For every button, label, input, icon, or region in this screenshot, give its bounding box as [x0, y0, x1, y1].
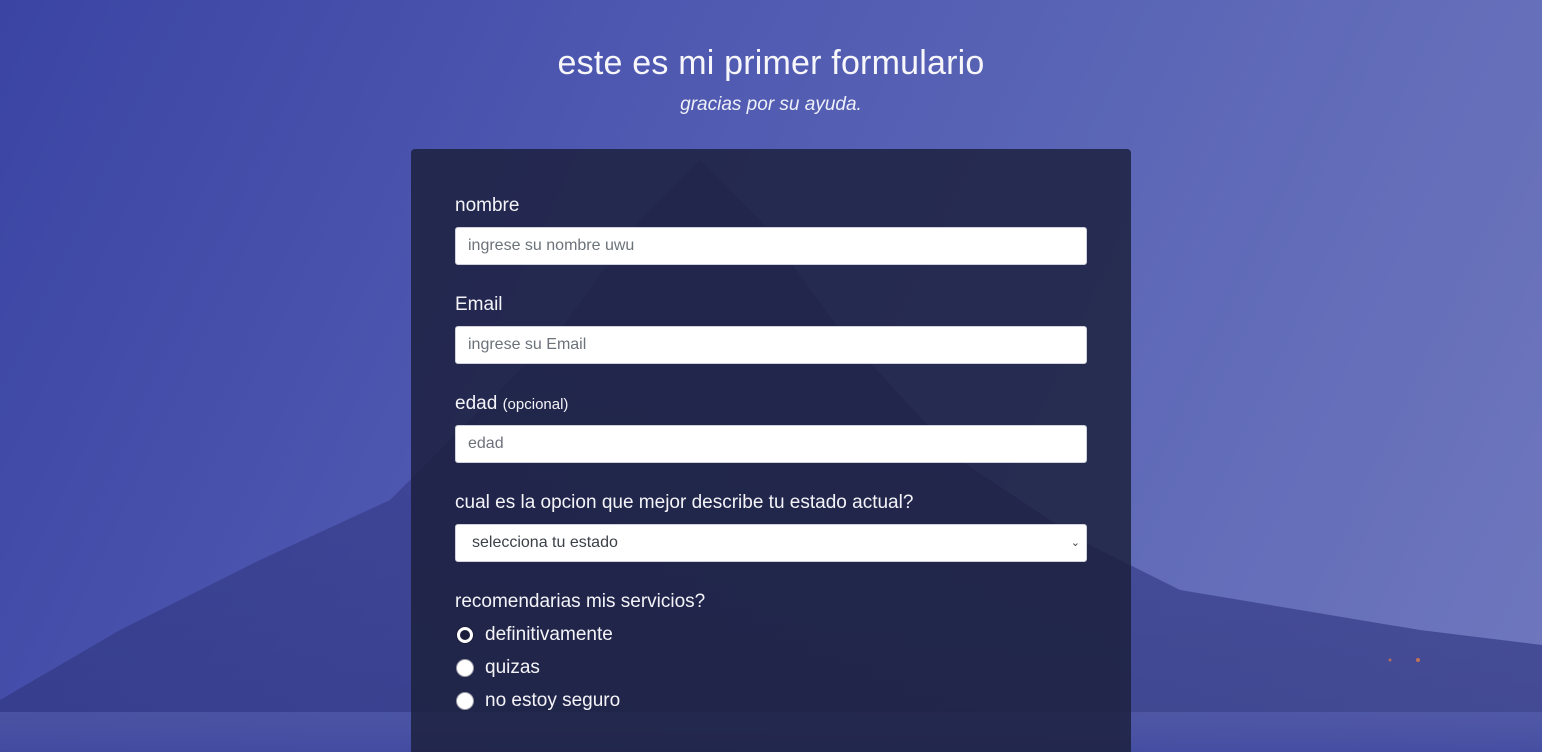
- radio-label: quizas: [485, 657, 540, 678]
- recommend-label: recomendarias mis servicios?: [455, 591, 706, 612]
- status-select[interactable]: selecciona tu estado ⌄: [455, 524, 1087, 562]
- radio-label: no estoy seguro: [485, 690, 621, 711]
- age-input[interactable]: [455, 425, 1087, 463]
- name-label: nombre: [455, 195, 520, 216]
- email-label: Email: [455, 294, 503, 315]
- age-group: edad (opcional): [455, 393, 1087, 473]
- page-title: este es mi primer formulario: [557, 44, 985, 82]
- email-input[interactable]: [455, 326, 1087, 364]
- page-subtitle: gracias por su ayuda.: [680, 94, 862, 115]
- name-group: nombre: [455, 195, 1087, 275]
- radio-option-quizas[interactable]: quizas: [455, 657, 1087, 692]
- age-label: edad: [455, 393, 498, 414]
- chevron-down-icon: ⌄: [1070, 537, 1080, 549]
- recommend-options: definitivamente quizas no estoy seguro: [455, 624, 1087, 725]
- recommend-group: recomendarias mis servicios? definitivam…: [455, 591, 1087, 731]
- radio-label: definitivamente: [485, 624, 613, 645]
- radio-button[interactable]: [456, 659, 474, 677]
- radio-option-no-estoy-seguro[interactable]: no estoy seguro: [455, 690, 1087, 725]
- radio-button-checked[interactable]: [456, 626, 474, 644]
- email-group: Email: [455, 294, 1087, 374]
- radio-option-definitivamente[interactable]: definitivamente: [455, 624, 1087, 659]
- status-selected-value: selecciona tu estado: [472, 534, 618, 551]
- age-label-row: edad (opcional): [455, 393, 1087, 416]
- status-label: cual es la opcion que mejor describe tu …: [455, 492, 914, 513]
- name-input[interactable]: [455, 227, 1087, 265]
- age-optional-hint: (opcional): [502, 396, 569, 413]
- survey-form: nombre Email edad (opcional) cual es la …: [411, 149, 1131, 752]
- status-group: cual es la opcion que mejor describe tu …: [455, 492, 1087, 572]
- radio-button[interactable]: [456, 692, 474, 710]
